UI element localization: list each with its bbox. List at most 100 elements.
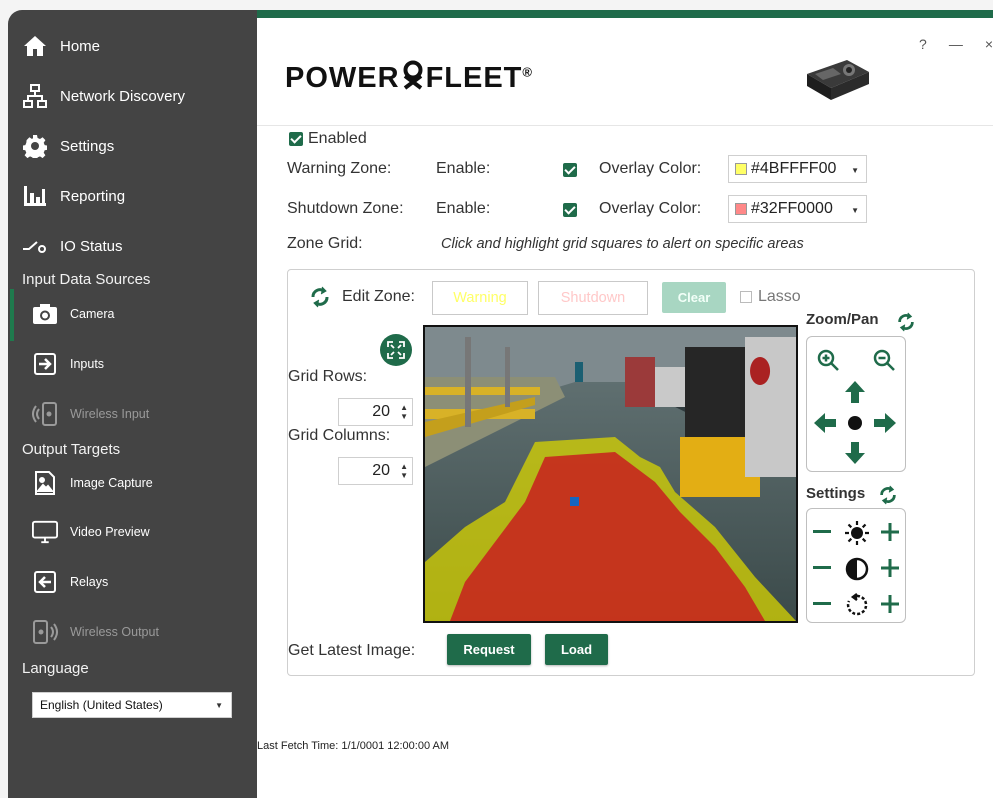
language-value: English (United States): [40, 698, 163, 712]
logo-text-right: FLEET: [425, 62, 523, 94]
grid-rows-stepper[interactable]: 20 ▲ ▼: [338, 398, 413, 426]
enabled-checkbox[interactable]: [289, 132, 303, 146]
zoom-pan-controls: [806, 336, 906, 472]
warning-color-select[interactable]: #4BFFFF00 ▼: [728, 155, 867, 183]
switch-icon: [22, 233, 48, 259]
pan-down-icon[interactable]: [843, 441, 867, 465]
sidebar-item-camera[interactable]: Camera: [8, 297, 257, 331]
nav-item-network-discovery[interactable]: Network Discovery: [8, 76, 257, 116]
powerfleet-logo: POWER FLEET®: [285, 60, 533, 95]
warning-enable-label: Enable:: [436, 160, 491, 177]
settings-label: Settings: [806, 485, 866, 502]
pan-up-icon[interactable]: [843, 380, 867, 404]
help-button[interactable]: ?: [919, 36, 927, 52]
nav-item-io-status[interactable]: IO Status: [8, 226, 257, 266]
pan-right-icon[interactable]: [873, 411, 897, 435]
logo-text-left: POWER: [285, 62, 400, 94]
shutdown-zone-button[interactable]: Shutdown: [538, 281, 648, 315]
camera-feed[interactable]: [423, 325, 798, 623]
lasso-checkbox[interactable]: [740, 291, 752, 303]
sidebar: Home Network Discovery Settings Reportin…: [8, 10, 257, 798]
clear-button[interactable]: Clear: [662, 282, 726, 313]
grid-columns-value: 20: [372, 462, 390, 479]
sidebar-item-label: Video Preview: [70, 525, 150, 539]
nav-item-settings[interactable]: Settings: [8, 126, 257, 166]
zoom-pan-label: Zoom/Pan: [806, 311, 879, 328]
chevron-down-icon: ▼: [215, 701, 223, 710]
rotate-plus-icon[interactable]: [879, 593, 901, 615]
rotate-minus-icon[interactable]: [811, 593, 833, 615]
app-frame: Home Network Discovery Settings Reportin…: [0, 0, 993, 798]
minimize-button[interactable]: —: [949, 36, 963, 52]
sidebar-item-wireless-input[interactable]: Wireless Input: [8, 397, 257, 431]
stepper-arrows-icon: ▲ ▼: [400, 403, 408, 421]
zone-grid-panel: Edit Zone: Warning Shutdown Clear Lasso …: [287, 269, 975, 676]
nav-label: Reporting: [60, 187, 126, 205]
refresh-icon[interactable]: [308, 285, 332, 309]
pan-left-icon[interactable]: [813, 411, 837, 435]
brightness-icon: [843, 519, 871, 547]
window-accent-bar: [257, 10, 993, 18]
output-targets-heading: Output Targets: [22, 441, 121, 458]
bar-chart-icon: [22, 183, 48, 209]
zoom-in-icon[interactable]: [815, 347, 841, 373]
nav-item-reporting[interactable]: Reporting: [8, 176, 257, 216]
nav-label: Network Discovery: [60, 87, 186, 105]
nav-label: Home: [60, 37, 101, 55]
warning-color-value: #4BFFFF00: [751, 160, 837, 177]
header: POWER FLEET® ? — ×: [257, 18, 993, 126]
sidebar-item-video-preview[interactable]: Video Preview: [8, 515, 257, 549]
lasso-label: Lasso: [758, 288, 801, 305]
sidebar-item-label: Inputs: [70, 357, 105, 371]
image-settings-controls: [806, 508, 906, 623]
logo-registered: ®: [522, 64, 533, 80]
camera-device-image: [807, 60, 869, 100]
refresh-icon[interactable]: [894, 310, 918, 334]
warning-zone-button[interactable]: Warning: [432, 281, 528, 315]
main-window: POWER FLEET® ? — × Enabled Warning Zone: …: [257, 10, 993, 798]
shutdown-enable-checkbox[interactable]: [563, 203, 577, 217]
brightness-minus-icon[interactable]: [811, 521, 833, 543]
sidebar-item-image-capture[interactable]: Image Capture: [8, 466, 257, 500]
sidebar-item-relays[interactable]: Relays: [8, 565, 257, 599]
sidebar-item-inputs[interactable]: Inputs: [8, 347, 257, 381]
relay-arrow-icon: [32, 569, 58, 595]
shutdown-enable-label: Enable:: [436, 200, 491, 217]
network-icon: [22, 83, 48, 109]
sidebar-item-label: Camera: [70, 307, 115, 321]
grid-columns-stepper[interactable]: 20 ▲ ▼: [338, 457, 413, 485]
sidebar-item-wireless-output[interactable]: Wireless Output: [8, 615, 257, 649]
warning-zone-label: Warning Zone:: [287, 160, 392, 177]
shutdown-swatch: [735, 203, 747, 215]
camera-icon: [32, 301, 58, 327]
contrast-minus-icon[interactable]: [811, 557, 833, 579]
nav-item-home[interactable]: Home: [8, 26, 257, 66]
edit-zone-label: Edit Zone:: [342, 288, 415, 305]
refresh-icon[interactable]: [876, 483, 900, 507]
monitor-icon: [32, 519, 58, 545]
contrast-icon: [843, 555, 871, 583]
brightness-plus-icon[interactable]: [879, 521, 901, 543]
grid-rows-value: 20: [372, 403, 390, 420]
shutdown-color-select[interactable]: #32FF0000 ▼: [728, 195, 867, 223]
sidebar-item-label: Image Capture: [70, 476, 153, 490]
expand-icon[interactable]: [380, 334, 412, 366]
pan-center-icon[interactable]: [847, 415, 863, 431]
stepper-arrows-icon: ▲ ▼: [400, 462, 408, 480]
chevron-down-icon: ▼: [851, 206, 859, 215]
window-controls: ? — ×: [919, 36, 993, 52]
sidebar-item-label: Wireless Input: [70, 407, 150, 421]
zoom-out-icon[interactable]: [871, 347, 897, 373]
load-button[interactable]: Load: [545, 634, 608, 665]
warning-swatch: [735, 163, 747, 175]
sidebar-item-label: Wireless Output: [70, 625, 159, 639]
chevron-down-icon: ▼: [851, 166, 859, 175]
warning-enable-checkbox[interactable]: [563, 163, 577, 177]
wireless-output-icon: [32, 619, 58, 645]
language-select[interactable]: English (United States) ▼: [32, 692, 232, 718]
shutdown-overlay-label: Overlay Color:: [599, 200, 702, 217]
contrast-plus-icon[interactable]: [879, 557, 901, 579]
request-button[interactable]: Request: [447, 634, 531, 665]
sidebar-item-label: Relays: [70, 575, 109, 589]
close-button[interactable]: ×: [985, 36, 993, 52]
